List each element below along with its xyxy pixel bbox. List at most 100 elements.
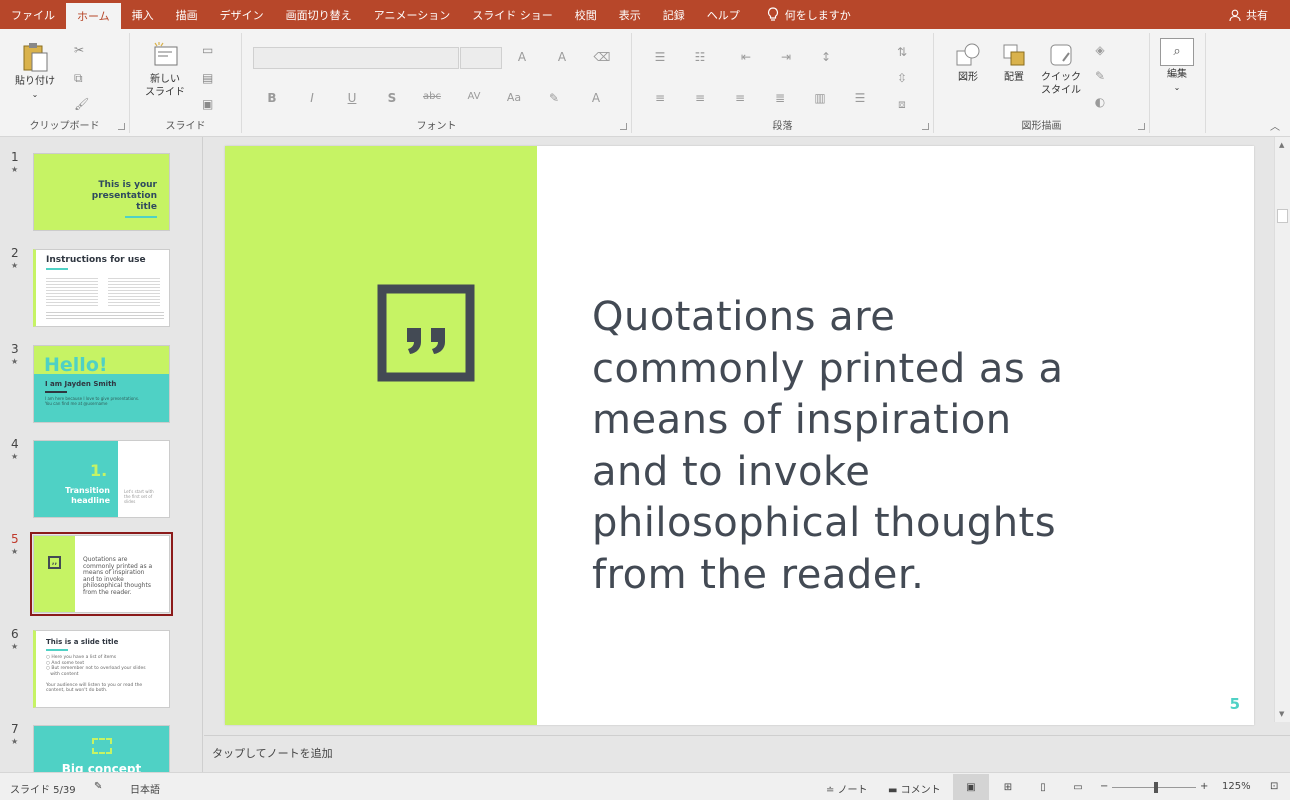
thumb-slide-6[interactable]: This is a slide title ○ Here you have a … [33, 630, 170, 708]
zoom-in-icon[interactable]: + [1200, 781, 1208, 792]
thumb-title: Instructions for use [46, 255, 146, 265]
bold-button[interactable]: B [262, 91, 282, 105]
tab-slideshow[interactable]: スライド ショー [461, 0, 564, 29]
tab-draw[interactable]: 描画 [165, 0, 209, 29]
animation-star-icon: ★ [11, 737, 19, 746]
shapes-button[interactable]: 図形 [948, 41, 988, 84]
animation-star-icon: ★ [11, 165, 19, 174]
tab-review[interactable]: 校閲 [564, 0, 608, 29]
layout-icon[interactable]: ▭ [202, 43, 213, 57]
tab-design[interactable]: デザイン [209, 0, 275, 29]
tab-animations[interactable]: アニメーション [363, 0, 462, 29]
underline-button[interactable]: U [342, 91, 362, 105]
smartart-icon[interactable]: ⧈ [892, 97, 912, 112]
line-spacing-icon[interactable]: ↕ [816, 50, 836, 64]
slideshow-view-button[interactable]: ▭ [1060, 774, 1096, 800]
align-center-icon[interactable]: ≡ [690, 91, 710, 105]
thumb-slide-7[interactable]: Big concept [33, 725, 170, 772]
highlight-icon[interactable]: ✎ [544, 91, 564, 105]
tab-home[interactable]: ホーム [66, 3, 121, 29]
paragraph-launcher[interactable] [922, 123, 929, 130]
fit-slide-icon[interactable]: ⊡ [1270, 781, 1278, 792]
text-direction-icon[interactable]: ⇅ [892, 45, 912, 59]
zoom-level[interactable]: 125% [1222, 781, 1251, 792]
font-name-combo[interactable] [253, 47, 459, 69]
scrollbar-thumb[interactable] [1277, 209, 1288, 223]
align-text-icon[interactable]: ⇳ [892, 71, 912, 85]
vertical-scrollbar[interactable]: ▲ ▼ [1274, 137, 1290, 722]
language-indicator[interactable]: 日本語 [130, 781, 160, 796]
thumb-slide-2[interactable]: Instructions for use [33, 249, 170, 327]
align-right-icon[interactable]: ≡ [730, 91, 750, 105]
paragraph-more-icon[interactable]: ☰ [850, 91, 870, 105]
thumb-slide-4[interactable]: 1. Transition headline Let's start with th… [33, 440, 170, 518]
drawing-launcher[interactable] [1138, 123, 1145, 130]
animation-star-icon: ★ [11, 357, 19, 366]
normal-view-button[interactable]: ▣ [953, 774, 989, 800]
notes-toggle[interactable]: ≐ ノート [826, 781, 868, 796]
change-case-button[interactable]: Aa [504, 91, 524, 104]
slide-sorter-button[interactable]: ⊞ [990, 774, 1026, 800]
tell-me-box[interactable]: 何をしますか [751, 0, 851, 29]
thumb-accent-line [125, 216, 157, 218]
share-button[interactable]: 共有 [1229, 0, 1268, 29]
italic-button[interactable]: I [302, 91, 322, 105]
reset-icon[interactable]: ▤ [202, 71, 213, 85]
decrease-indent-icon[interactable]: ⇤ [736, 50, 756, 64]
font-size-combo[interactable] [460, 47, 502, 69]
spellcheck-icon[interactable]: ✎ [94, 781, 102, 792]
bullets-icon[interactable]: ☰ [650, 50, 670, 64]
font-color-button[interactable]: A [586, 91, 606, 105]
strikethrough-button[interactable]: abc [422, 91, 442, 102]
tab-view[interactable]: 表示 [608, 0, 652, 29]
zoom-slider-thumb[interactable] [1154, 782, 1158, 793]
zoom-out-icon[interactable]: − [1100, 781, 1108, 792]
normal-view-icon: ▣ [966, 781, 976, 793]
quote-text[interactable]: Quotations are commonly printed as a mea… [592, 292, 1152, 601]
increase-indent-icon[interactable]: ⇥ [776, 50, 796, 64]
tab-insert[interactable]: 挿入 [121, 0, 165, 29]
shrink-font-icon[interactable]: A [552, 50, 572, 64]
shape-outline-icon[interactable]: ✎ [1090, 69, 1110, 83]
shape-effects-icon[interactable]: ◐ [1090, 95, 1110, 109]
edit-button[interactable]: ⌕ 編集 ⌄ [1159, 38, 1195, 94]
char-spacing-button[interactable]: AV [464, 91, 484, 102]
tab-record[interactable]: 記録 [652, 0, 696, 29]
drawing-group-label: 図形描画 [1021, 121, 1062, 132]
thumb-slide-5[interactable]: ,, Quotations are commonly printed as a me… [30, 532, 173, 616]
thumb-slide-3[interactable]: Hello! I am Jayden Smith I am here becau… [33, 345, 170, 423]
cut-icon[interactable]: ✂ [74, 43, 84, 57]
tab-file[interactable]: ファイル [0, 0, 66, 29]
animation-star-icon: ★ [11, 547, 19, 556]
format-painter-icon[interactable]: 🖌 [74, 97, 89, 111]
new-slide-icon [154, 42, 178, 66]
align-left-icon[interactable]: ≡ [650, 91, 670, 105]
thumb-slide-1[interactable]: This is your presentation title [33, 153, 170, 231]
clipboard-group-label: クリップボード [29, 121, 100, 132]
current-slide[interactable]: Quotations are commonly printed as a mea… [225, 146, 1254, 725]
tab-help[interactable]: ヘルプ [696, 0, 751, 29]
thumb-number-big: 1. [90, 461, 108, 480]
font-launcher[interactable] [620, 123, 627, 130]
collapse-ribbon-icon[interactable]: ︿ [1270, 118, 1280, 133]
scroll-up-icon[interactable]: ▲ [1279, 141, 1284, 149]
arrange-button[interactable]: 配置 [994, 41, 1034, 84]
scroll-down-icon[interactable]: ▼ [1279, 710, 1284, 718]
justify-icon[interactable]: ≣ [770, 91, 790, 105]
new-slide-button[interactable]: 新しい スライド [142, 41, 188, 99]
shadow-button[interactable]: S [382, 91, 402, 105]
paste-button[interactable]: 貼り付け ⌄ [12, 41, 58, 101]
comments-toggle[interactable]: ▬ コメント [888, 781, 941, 796]
numbering-icon[interactable]: ☷ [690, 50, 710, 64]
copy-icon[interactable]: ⧉ [74, 71, 83, 86]
grow-font-icon[interactable]: A [512, 50, 532, 64]
reading-view-button[interactable]: ▯ [1025, 774, 1061, 800]
notes-pane[interactable]: タップしてノートを追加 [204, 735, 1290, 772]
columns-icon[interactable]: ▥ [810, 91, 830, 105]
tab-transitions[interactable]: 画面切り替え [275, 0, 363, 29]
section-icon[interactable]: ▣ [202, 97, 213, 111]
quick-styles-button[interactable]: クイック スタイル [1038, 41, 1084, 97]
clear-format-icon[interactable]: ⌫ [592, 50, 612, 64]
shape-fill-icon[interactable]: ◈ [1090, 43, 1110, 57]
clipboard-launcher[interactable] [118, 123, 125, 130]
